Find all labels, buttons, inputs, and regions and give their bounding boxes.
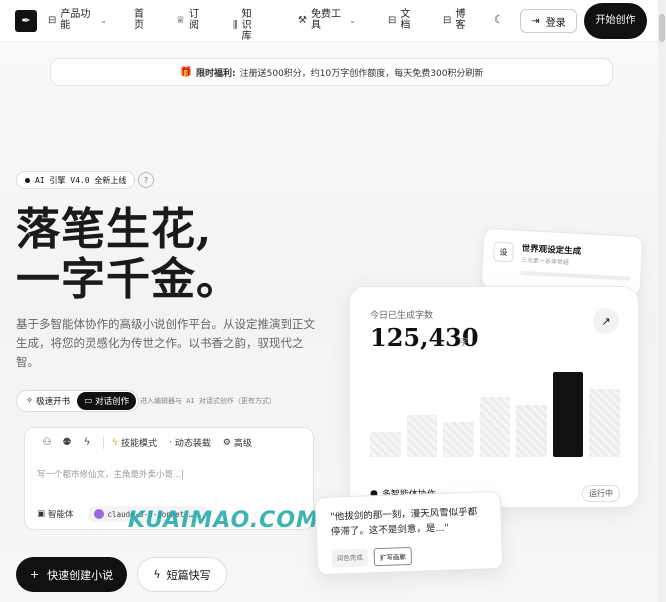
quote-card: "他拔剑的那一刻，漫天风雪似乎都停滞了。这不是剑意，是..." 润色完成 扩写画… (314, 490, 504, 576)
quick-create-label: 快速创建小说 (47, 568, 114, 582)
agent-label: 智能体 (48, 510, 74, 520)
logo-icon[interactable]: ✒ (15, 9, 37, 32)
nav-home-label: 首页 (134, 9, 144, 31)
world-card-subtitle: 三元素一系体世组 (520, 256, 570, 267)
promo-banner: 🎁 限时福利: 注册送500积分，约10万字创作额度，每天免费300积分刷新 (50, 58, 613, 86)
divider (103, 436, 104, 449)
chart-bar (516, 405, 547, 457)
mode-chat[interactable]: ▭ 对话创作 (77, 392, 137, 410)
bolt-icon: ϟ (153, 568, 161, 581)
chart-bar (370, 432, 401, 457)
advanced-label: 高级 (233, 439, 252, 449)
editor-toolbar: ⚇ ⚉ ϟ ϟ 技能模式 · 动态装载 ⚙ 高级 (37, 436, 264, 449)
short-write-button[interactable]: ϟ 短篇快写 (137, 557, 227, 592)
nav-products[interactable]: ⊟ 产品功能 ⌄ (48, 9, 107, 31)
chart-bar (479, 397, 511, 457)
gift-icon: 🎁 (179, 66, 193, 78)
book-open-icon: ⊟ (443, 14, 452, 26)
short-write-label: 短篇快写 (166, 568, 211, 582)
stats-bar-chart (370, 357, 620, 457)
mode-toggle: ✧ 极速开书 ▭ 对话创作 (16, 390, 140, 412)
quick-create-button[interactable]: + 快速创建小说 (16, 557, 127, 592)
dynamic-load-label: 动态装载 (174, 439, 211, 449)
crown-icon: ♕ (176, 14, 185, 26)
chart-bar (589, 389, 620, 457)
nav-subscribe-label: 订阅 (188, 9, 199, 31)
chart-bar (443, 422, 474, 457)
chevron-down-icon: ⌄ (348, 15, 356, 25)
chart-bar (406, 415, 438, 457)
stats-unit: 字 (459, 338, 469, 348)
login-icon: ⇥ (531, 15, 540, 27)
mode-quick[interactable]: ✧ 极速开书 (19, 392, 77, 410)
nav-tools[interactable]: ⚒ 免费工具 ⌄ (298, 9, 356, 31)
dot-icon (25, 177, 30, 183)
stats-card: 今日已生成字数 125,430 字 ↗ ●多智能体协作 运行中 (349, 286, 639, 508)
banner-text: 注册送500积分，约10万字创作额度，每天免费300积分刷新 (239, 68, 484, 79)
bolt-icon[interactable]: ϟ (77, 437, 97, 448)
scrollbar[interactable] (658, 0, 666, 602)
book-icon: ⊟ (48, 14, 57, 26)
login-label: 登录 (545, 17, 566, 29)
chevron-down-icon: ⌄ (100, 15, 108, 25)
user-icon[interactable]: ⚇ (37, 437, 57, 448)
book-open-icon: ⊟ (388, 14, 397, 26)
login-button[interactable]: ⇥ 登录 (520, 9, 577, 33)
nav-docs-label: 文档 (400, 9, 411, 31)
world-card-line (520, 270, 631, 281)
gear-icon: ⚙ (222, 437, 231, 448)
headline-line-2: 一字千金。 (16, 254, 241, 305)
release-badge: AI 引擎 V4.0 全新上线 (16, 171, 136, 189)
nav-blog[interactable]: ⊟ 博客 (443, 9, 466, 31)
nav-products-label: 产品功能 (60, 9, 91, 31)
quote-text: "他拔剑的那一刻，漫天风雪似乎都停滞了。这不是剑意，是..." (330, 506, 478, 538)
quote-tags: 润色完成 扩写画廊 (331, 546, 413, 568)
users-icon[interactable]: ⚉ (57, 437, 77, 448)
quote-tag-expand[interactable]: 扩写画廊 (373, 546, 413, 567)
nav-subscribe[interactable]: ♕ 订阅 (176, 9, 200, 31)
advanced-button[interactable]: ⚙ 高级 (222, 436, 252, 450)
agent-button[interactable]: ▣ 智能体 (37, 508, 74, 520)
quote-tag-polished[interactable]: 润色完成 (331, 548, 369, 568)
sparkle-icon: ✧ (26, 396, 34, 406)
plus-icon: + (29, 568, 40, 581)
watermark: KUAIMAO.COM (128, 508, 319, 533)
mode-quick-label: 极速开书 (36, 397, 71, 407)
chat-icon: ▭ (84, 396, 93, 406)
prompt-input[interactable]: 写一个都市修仙文，主角是外卖小哥...| (37, 468, 184, 480)
hero-headline: 落笔生花, 一字千金。 (16, 205, 241, 305)
trending-up-icon: ↗ (593, 308, 619, 334)
library-icon: ⫼ (233, 20, 238, 31)
chart-bar (552, 372, 584, 457)
mode-chat-label: 对话创作 (95, 397, 130, 407)
grid-icon: ▣ (37, 509, 46, 519)
scrollbar-thumb[interactable] (659, 14, 665, 42)
start-create-label: 开始创作 (595, 15, 636, 26)
stats-label: 今日已生成字数 (370, 311, 434, 321)
nav-tools-label: 免费工具 (310, 9, 341, 31)
release-badge-text: AI 引擎 V4.0 全新上线 (35, 175, 127, 185)
nav-home[interactable]: 首页 (134, 9, 145, 31)
nav-blog-label: 博客 (455, 9, 466, 31)
nav-knowledge[interactable]: ⫼ 知识库 (233, 9, 253, 42)
mode-hint: 进入编辑器与 AI 对话式创作（更有方式） (140, 397, 276, 405)
model-icon (93, 509, 104, 519)
dynamic-load-toggle[interactable]: · 动态装载 (168, 436, 211, 450)
nav-knowledge-label: 知识库 (241, 9, 252, 42)
start-create-button[interactable]: 开始创作 (584, 3, 647, 39)
bolt-icon: ϟ (112, 437, 118, 448)
hero-description: 基于多智能体协作的高级小说创作平台。从设定推演到正文生成，将您的灵感化为传世之作… (16, 317, 315, 369)
moon-icon[interactable]: ☾ (494, 13, 504, 26)
wrench-icon: ⚒ (298, 14, 307, 26)
skill-mode-label: 技能模式 (120, 439, 157, 449)
status-badge: 运行中 (582, 485, 620, 502)
help-icon[interactable]: ? (138, 172, 154, 188)
dot-icon: · (168, 437, 172, 448)
headline-line-1: 落笔生花, (16, 204, 213, 255)
world-card-icon: 设 (492, 241, 514, 263)
banner-label: 限时福利: (196, 68, 236, 79)
skill-mode-button[interactable]: ϟ 技能模式 (112, 436, 157, 450)
nav-docs[interactable]: ⊟ 文档 (388, 9, 411, 31)
